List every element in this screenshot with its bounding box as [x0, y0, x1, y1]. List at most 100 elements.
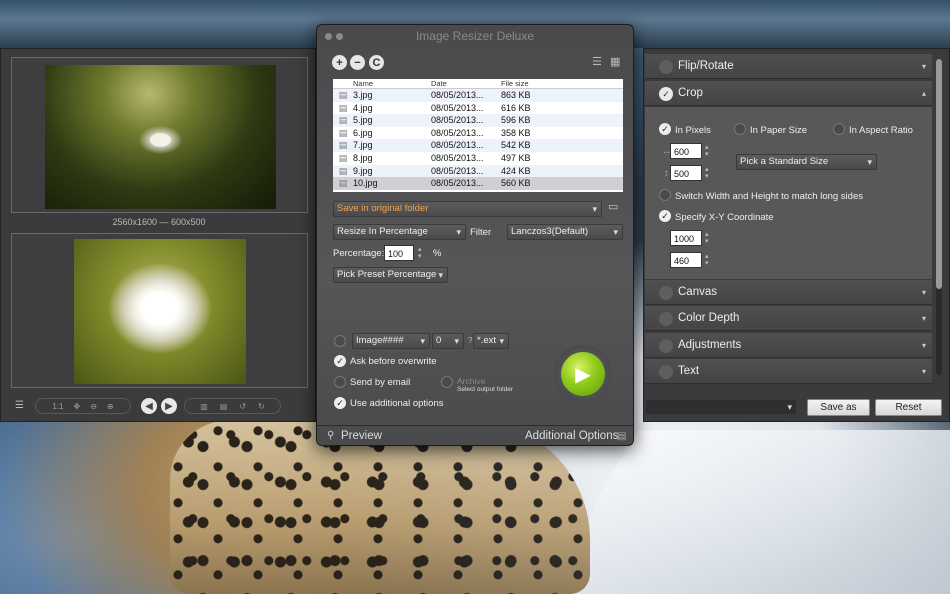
next-image-button[interactable]: ▶	[161, 398, 177, 414]
chevron-down-icon: ▾	[921, 341, 926, 350]
zoom-fit-icon[interactable]: ✥	[74, 402, 81, 411]
archive-checkbox[interactable]	[441, 376, 453, 388]
zoom-group: 1:1 ✥ ⊖ ⊕	[35, 398, 131, 414]
adjustments-toggle-icon	[659, 339, 673, 353]
start-button[interactable]: ▶	[554, 345, 612, 403]
in-pixels-radio[interactable]: ✓	[659, 123, 671, 135]
crop-y-stepper[interactable]: ▴ ▾	[705, 253, 713, 267]
chevron-down-icon: ▾	[921, 367, 926, 376]
percentage-stepper[interactable]: ▴ ▾	[418, 246, 426, 260]
preset-select[interactable]	[645, 399, 797, 415]
file-row[interactable]: ▤ 9.jpg 08/05/2013... 424 KB	[333, 164, 623, 178]
output-folder-select[interactable]: Save in original folder	[333, 201, 602, 217]
rename-start-select[interactable]: 0	[432, 333, 464, 349]
chevron-down-icon: ▾	[921, 62, 926, 71]
preset-percentage-select[interactable]: Pick Preset Percentage	[333, 267, 448, 283]
file-row[interactable]: ▤ 7.jpg 08/05/2013... 542 KB	[333, 139, 623, 152]
percentage-input[interactable]: 100	[384, 245, 414, 261]
rename-pattern-select[interactable]: Image####	[352, 333, 430, 349]
column-size[interactable]: File size	[501, 79, 581, 88]
folder-icon[interactable]: ▭	[608, 201, 622, 213]
save-as-button[interactable]: Save as	[807, 399, 870, 416]
section-adjustments[interactable]: Adjustments ▾	[645, 333, 932, 358]
filter-label: Filter	[470, 227, 492, 238]
file-icon: ▤	[338, 102, 348, 113]
resized-image	[74, 239, 246, 384]
specify-xy-checkbox[interactable]: ✓	[659, 210, 671, 222]
section-canvas[interactable]: Canvas ▾	[645, 280, 932, 305]
file-row[interactable]: ▤ 3.jpg 08/05/2013... 863 KB	[333, 89, 623, 102]
reset-button[interactable]: Reset	[875, 399, 942, 416]
crop-height-input[interactable]: 500	[670, 165, 702, 181]
file-list: Name Date File size ▤ 3.jpg 08/05/2013... 8…	[333, 79, 623, 192]
standard-size-select[interactable]: Pick a Standard Size	[736, 154, 877, 170]
options-scrollbar[interactable]	[936, 59, 942, 375]
dimensions-label: 2560x1600 — 600x500	[112, 217, 206, 227]
split-horizontal-icon[interactable]: ▤	[220, 402, 228, 411]
extension-select[interactable]: *.ext	[473, 333, 509, 349]
file-row[interactable]: ▤ 6.jpg 08/05/2013... 358 KB	[333, 127, 623, 140]
height-icon: ↕	[664, 168, 669, 179]
view-group: ▥ ▤ ↺ ↻	[184, 398, 281, 414]
preview-toggle[interactable]: Preview	[341, 430, 382, 442]
preview-toolbar: ☰ 1:1 ✥ ⊖ ⊕ ◀ ▶ ▥ ▤ ↺ ↻	[1, 396, 317, 418]
percentage-label: Percentage:	[333, 248, 385, 259]
use-additional-checkbox[interactable]: ✓	[334, 397, 346, 409]
file-row-selected[interactable]: ▤ 10.jpg 08/05/2013... 560 KB	[333, 177, 623, 190]
switch-wh-checkbox[interactable]	[659, 189, 671, 201]
list-toggle-icon[interactable]: ☰	[15, 401, 27, 411]
options-panel: Flip/Rotate ▾ ✓ Crop ▴ ✓ In Pixels In Pa…	[643, 48, 950, 422]
specify-xy-label: Specify X-Y Coordinate	[675, 212, 774, 223]
column-date[interactable]: Date	[431, 79, 501, 88]
rotate-left-icon[interactable]: ↺	[239, 402, 246, 411]
file-row[interactable]: ▤ 5.jpg 08/05/2013... 596 KB	[333, 114, 623, 127]
file-row[interactable]: ▤ 8.jpg 08/05/2013... 497 KB	[333, 152, 623, 165]
use-additional-label: Use additional options	[350, 398, 444, 409]
in-aspect-ratio-label: In Aspect Ratio	[849, 125, 913, 136]
resize-mode-select[interactable]: Resize In Percentage	[333, 224, 466, 240]
crop-y-input[interactable]: 460	[670, 252, 702, 268]
file-icon: ▤	[338, 115, 348, 126]
section-text[interactable]: Text ▾	[645, 359, 932, 384]
ask-overwrite-checkbox[interactable]: ✓	[334, 355, 346, 367]
crop-x-stepper[interactable]: ▴ ▾	[705, 231, 713, 245]
file-row[interactable]: ▤ 4.jpg 08/05/2013... 616 KB	[333, 102, 623, 115]
in-paper-size-radio[interactable]	[734, 123, 746, 135]
list-view-icon[interactable]: ☰	[592, 57, 604, 68]
zoom-in-icon[interactable]: ⊕	[107, 402, 114, 411]
desktop-background-snow	[560, 430, 950, 594]
in-paper-size-label: In Paper Size	[750, 125, 808, 136]
file-icon: ▤	[338, 152, 348, 163]
file-icon: ▤	[338, 127, 348, 138]
crop-x-input[interactable]: 1000	[670, 230, 702, 246]
additional-options-toggle[interactable]: Additional Options	[525, 430, 618, 442]
rename-toggle[interactable]	[334, 335, 346, 347]
scrollbar-thumb[interactable]	[936, 59, 942, 289]
column-name[interactable]: Name	[353, 79, 431, 88]
zoom-actual-button[interactable]: 1:1	[52, 402, 63, 411]
window-bottom-bar: ⚲ Preview Additional Options ▤	[317, 425, 633, 447]
archive-label: Archive	[457, 376, 486, 386]
file-list-header: Name Date File size	[333, 79, 623, 89]
previous-image-button[interactable]: ◀	[141, 398, 157, 414]
in-aspect-ratio-radio[interactable]	[833, 123, 845, 135]
crop-width-stepper[interactable]: ▴ ▾	[705, 144, 713, 158]
crop-height-stepper[interactable]: ▴ ▾	[705, 166, 713, 180]
file-icon: ▤	[338, 178, 348, 189]
section-color-depth[interactable]: Color Depth ▾	[645, 306, 932, 331]
clear-list-button[interactable]: C	[369, 55, 384, 70]
sidebar-icon: ▤	[617, 431, 627, 442]
section-flip-rotate[interactable]: Flip/Rotate ▾	[645, 54, 932, 79]
zoom-out-icon[interactable]: ⊖	[90, 402, 97, 411]
rotate-right-icon[interactable]: ↻	[258, 402, 265, 411]
text-toggle-icon	[659, 365, 673, 379]
filter-select[interactable]: Lanczos3(Default)	[507, 224, 623, 240]
add-files-button[interactable]: +	[332, 55, 347, 70]
send-email-checkbox[interactable]	[334, 376, 346, 388]
remove-file-button[interactable]: −	[350, 55, 365, 70]
window-title: Image Resizer Deluxe	[415, 29, 535, 43]
crop-width-input[interactable]: 600	[670, 143, 702, 159]
split-vertical-icon[interactable]: ▥	[200, 402, 208, 411]
section-crop[interactable]: ✓ Crop ▴	[645, 81, 932, 106]
grid-view-icon[interactable]: ▦	[610, 57, 622, 68]
